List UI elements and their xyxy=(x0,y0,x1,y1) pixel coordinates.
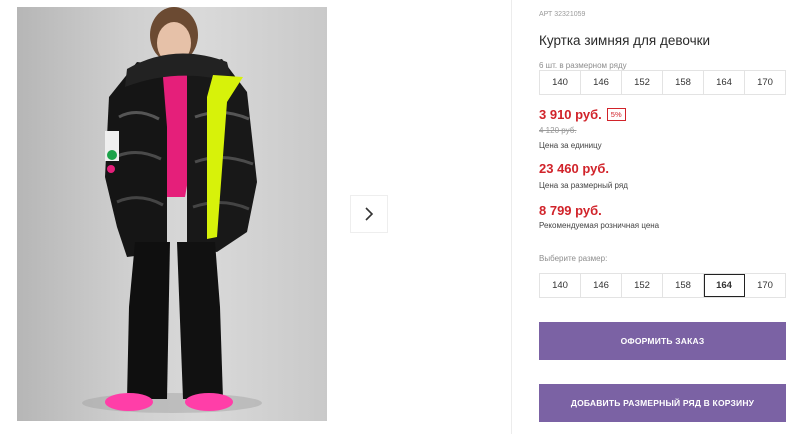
size-option[interactable]: 170 xyxy=(745,274,785,297)
size-option[interactable]: 152 xyxy=(622,274,663,297)
jacket-photo-illustration xyxy=(82,7,262,413)
size-row-cell: 170 xyxy=(757,77,773,88)
next-image-button[interactable] xyxy=(350,195,388,233)
add-size-row-to-cart-button[interactable]: ДОБАВИТЬ РАЗМЕРНЫЙ РЯД В КОРЗИНУ xyxy=(539,384,786,422)
size-option[interactable]: 158 xyxy=(663,274,704,297)
retail-price-label: Рекомендуемая розничная цена xyxy=(539,221,660,230)
order-button[interactable]: ОФОРМИТЬ ЗАКАЗ xyxy=(539,322,786,360)
size-option-selected[interactable]: 164 xyxy=(704,274,745,297)
size-select-caption: Выберите размер: xyxy=(539,254,608,263)
old-price: 4 120 руб. xyxy=(539,126,577,135)
size-row-table: 140 146 152 158 164 170 xyxy=(539,70,786,95)
retail-price: 8 799 руб. xyxy=(539,203,602,218)
product-sku: АРТ 32321059 xyxy=(539,11,586,18)
size-row-cell: 158 xyxy=(663,71,704,94)
unit-price-label: Цена за единицу xyxy=(539,141,602,150)
discount-badge: 5% xyxy=(606,107,626,122)
size-row-cell: 140 xyxy=(540,71,581,94)
size-row-cell: 164 xyxy=(704,71,745,94)
divider xyxy=(511,0,512,434)
row-price-label: Цена за размерный ряд xyxy=(539,181,628,190)
size-selector: 140 146 152 158 164 170 xyxy=(539,273,786,298)
row-price: 23 460 руб. xyxy=(539,161,610,176)
size-option[interactable]: 140 xyxy=(540,274,581,297)
size-row-cell: 146 xyxy=(581,71,622,94)
product-title: Куртка зимняя для девочки xyxy=(539,33,711,48)
size-option[interactable]: 146 xyxy=(581,274,622,297)
product-photo[interactable] xyxy=(17,7,327,421)
size-row-cell: 152 xyxy=(622,71,663,94)
product-gallery xyxy=(0,0,510,434)
unit-price: 3 910 руб. xyxy=(539,107,602,122)
chevron-right-icon xyxy=(365,207,374,221)
unit-price-block: 3 910 руб. 5% xyxy=(539,107,626,122)
size-row-caption: 6 шт. в размерном ряду xyxy=(539,61,627,70)
